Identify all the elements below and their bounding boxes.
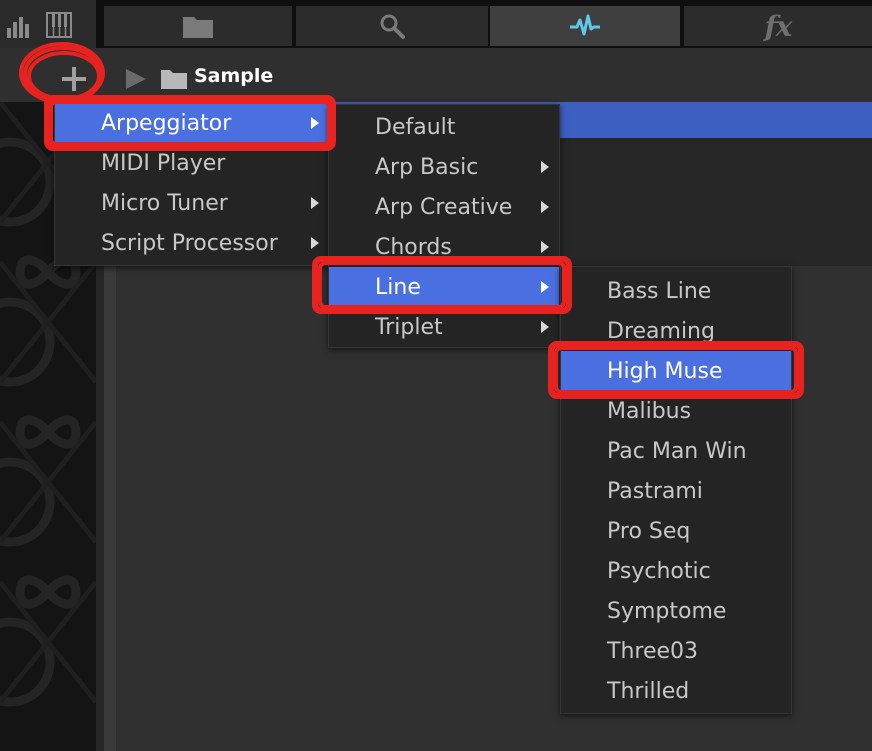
menu-item-default[interactable]: Default (329, 107, 559, 147)
waveform-icon (570, 14, 600, 36)
top-tab-bar: fx (0, 0, 872, 48)
menu-item-line[interactable]: Line (329, 267, 559, 307)
mixer-icon[interactable] (6, 14, 32, 38)
arpeggiator-preset-menu: Default Arp Basic Arp Creative Chords Li… (328, 104, 560, 348)
menu-item-midi-player[interactable]: MIDI Player (55, 143, 329, 183)
tab-search[interactable] (296, 6, 488, 46)
line-preset-menu: Bass Line Dreaming High Muse Malibus Pac… (560, 266, 792, 714)
submenu-arrow-icon (311, 197, 319, 209)
menu-item-symptome[interactable]: Symptome (561, 591, 791, 631)
menu-item-script-processor[interactable]: Script Processor (55, 223, 329, 263)
menu-item-arpeggiator[interactable]: Arpeggiator (55, 103, 329, 143)
menu-item-triplet[interactable]: Triplet (329, 307, 559, 347)
menu-item-bass-line[interactable]: Bass Line (561, 271, 791, 311)
path-bar: Sample (0, 48, 872, 102)
play-icon[interactable] (122, 66, 148, 92)
menu-item-malibus[interactable]: Malibus (561, 391, 791, 431)
tab-fx[interactable]: fx (684, 6, 872, 46)
path-folder-icon (161, 70, 187, 89)
menu-item-arp-basic[interactable]: Arp Basic (329, 147, 559, 187)
submenu-arrow-icon (541, 161, 549, 173)
menu-item-thrilled[interactable]: Thrilled (561, 671, 791, 711)
menu-item-chords[interactable]: Chords (329, 227, 559, 267)
submenu-arrow-icon (541, 201, 549, 213)
app-window: fx Sample Arpeggiator MIDI Player Micro … (0, 0, 872, 751)
menu-item-dreaming[interactable]: Dreaming (561, 311, 791, 351)
search-icon (380, 14, 405, 39)
plus-icon (62, 67, 86, 91)
tab-browser[interactable] (104, 6, 292, 46)
menu-item-micro-tuner[interactable]: Micro Tuner (55, 183, 329, 223)
menu-item-pac-man-win[interactable]: Pac Man Win (561, 431, 791, 471)
menu-item-psychotic[interactable]: Psychotic (561, 551, 791, 591)
submenu-arrow-icon (541, 281, 549, 293)
submenu-arrow-icon (541, 321, 549, 333)
left-toolbar (0, 0, 96, 48)
keyboard-icon[interactable] (46, 12, 72, 38)
path-label: Sample (194, 65, 274, 87)
add-button[interactable] (54, 62, 94, 96)
content-frame (104, 266, 116, 751)
menu-item-high-muse[interactable]: High Muse (561, 351, 791, 391)
menu-item-pro-seq[interactable]: Pro Seq (561, 511, 791, 551)
module-type-menu: Arpeggiator MIDI Player Micro Tuner Scri… (54, 102, 330, 266)
menu-item-pastrami[interactable]: Pastrami (561, 471, 791, 511)
submenu-arrow-icon (311, 237, 319, 249)
tab-scripts[interactable] (490, 6, 680, 46)
menu-item-arp-creative[interactable]: Arp Creative (329, 187, 559, 227)
fx-label: fx (764, 9, 793, 43)
submenu-arrow-icon (541, 241, 549, 253)
menu-item-three03[interactable]: Three03 (561, 631, 791, 671)
submenu-arrow-icon (311, 117, 319, 129)
folder-icon (183, 17, 213, 38)
